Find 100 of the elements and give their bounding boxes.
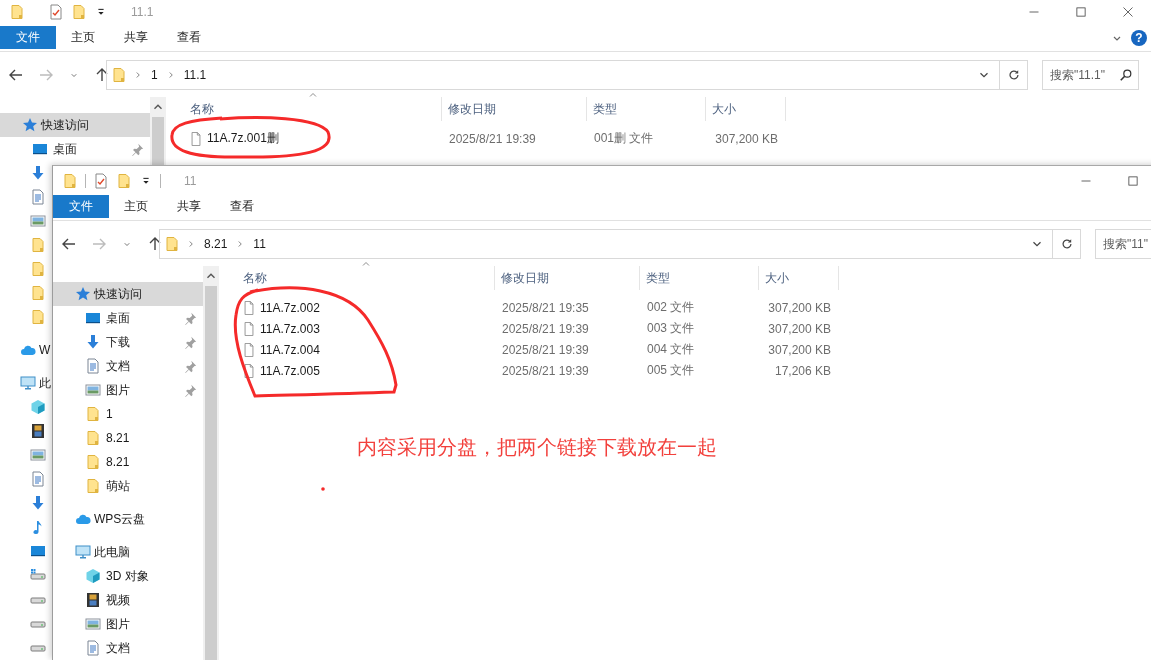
picture-icon — [30, 213, 46, 229]
sidebar-item[interactable]: 此电脑 — [53, 540, 203, 564]
folder-icon[interactable] — [9, 4, 25, 20]
sidebar-item[interactable]: 文档 — [53, 636, 203, 660]
file-menu-tab[interactable]: 文件 — [0, 26, 56, 49]
picture-icon — [85, 382, 101, 398]
file-name[interactable]: 11A.7z.005 — [260, 363, 320, 378]
file-size: 307,200 KB — [768, 300, 831, 315]
sidebar-item[interactable]: 8.21 — [53, 450, 203, 474]
maximize-icon[interactable] — [1074, 6, 1087, 18]
sidebar-item[interactable]: 图片 — [53, 378, 203, 402]
sidebar-item[interactable]: 桌面 — [0, 137, 150, 161]
down-arrow-icon — [30, 495, 46, 511]
star-icon — [75, 286, 91, 302]
scrollbar-thumb[interactable] — [205, 286, 217, 660]
column-header[interactable]: 名称 — [243, 269, 267, 287]
breadcrumb-item[interactable]: 11 — [251, 237, 268, 251]
folder-icon — [30, 237, 46, 253]
column-header[interactable]: 大小 — [765, 269, 789, 287]
file-type: 001删 文件 — [594, 130, 654, 147]
checklist-icon[interactable] — [48, 4, 64, 20]
sidebar-item[interactable]: W — [0, 338, 51, 362]
column-header[interactable]: 类型 — [593, 100, 617, 118]
file-name[interactable]: 11A.7z.001删 — [207, 130, 279, 147]
annotation-dot — [321, 487, 325, 491]
folder-icon — [85, 478, 101, 494]
modified-date: 2025/8/21 19:39 — [502, 363, 589, 378]
maximize-icon[interactable] — [1126, 175, 1139, 187]
sidebar-item[interactable]: 8.21 — [53, 426, 203, 450]
column-header[interactable]: 修改日期 — [448, 100, 496, 118]
desktop-icon — [32, 141, 48, 157]
file-size: 17,206 KB — [774, 363, 831, 378]
refresh-button[interactable] — [1053, 229, 1081, 259]
sidebar-item[interactable]: WPS云盘 — [53, 507, 203, 531]
file-icon — [242, 300, 256, 315]
modified-date: 2025/8/21 19:35 — [502, 300, 589, 315]
ribbon-tab[interactable]: 主页 — [109, 195, 162, 218]
search-icon[interactable] — [1119, 68, 1133, 82]
address-bar[interactable]: 1 11.1 — [106, 60, 1000, 90]
back-arrow-icon[interactable] — [61, 236, 77, 252]
sidebar-item[interactable]: 视频 — [53, 588, 203, 612]
sidebar-item[interactable]: 快速访问 — [0, 113, 150, 137]
file-menu-tab[interactable]: 文件 — [53, 195, 109, 218]
sidebar-item[interactable]: 下载 — [53, 330, 203, 354]
window-title: 11 — [184, 174, 197, 188]
cube-icon — [85, 568, 101, 584]
back-arrow-icon[interactable] — [8, 67, 24, 83]
file-icon — [189, 131, 203, 146]
sidebar-item[interactable]: 快速访问 — [53, 282, 203, 306]
film-icon — [30, 423, 46, 439]
folder-icon — [85, 406, 101, 422]
address-bar[interactable]: 8.21 11 — [159, 229, 1053, 259]
sidebar-item[interactable]: 此 — [0, 371, 51, 395]
cube-icon — [30, 399, 46, 415]
sidebar-item[interactable]: 3D 对象 — [53, 564, 203, 588]
file-size: 307,200 KB — [715, 131, 778, 146]
desktop-icon — [85, 310, 101, 326]
film-icon — [85, 592, 101, 608]
folder-icon — [30, 261, 46, 277]
ribbon-tab[interactable]: 主页 — [56, 26, 109, 49]
folder-icon[interactable] — [71, 4, 87, 20]
file-name[interactable]: 11A.7z.002 — [260, 300, 320, 315]
document-icon — [30, 189, 46, 205]
checklist-icon[interactable] — [93, 173, 109, 189]
column-header[interactable]: 类型 — [646, 269, 670, 287]
refresh-icon — [1006, 68, 1021, 82]
ribbon-tab[interactable]: 共享 — [109, 26, 162, 49]
column-header[interactable]: 名称 — [190, 100, 214, 118]
file-icon — [242, 342, 256, 357]
sidebar-item[interactable]: 桌面 — [53, 306, 203, 330]
column-header[interactable]: 修改日期 — [501, 269, 549, 287]
file-name[interactable]: 11A.7z.004 — [260, 342, 320, 357]
search-field[interactable]: 搜索"11" — [1095, 229, 1151, 259]
sidebar-item[interactable]: 文档 — [53, 354, 203, 378]
ribbon-tab[interactable]: 查看 — [162, 26, 215, 49]
close-icon[interactable] — [1121, 6, 1134, 18]
folder-icon[interactable] — [62, 173, 78, 189]
search-field[interactable]: 搜索"11.1" — [1042, 60, 1139, 90]
folder-icon — [85, 454, 101, 470]
breadcrumb-item[interactable]: 11.1 — [181, 68, 209, 82]
refresh-icon — [1059, 237, 1074, 251]
sidebar-item[interactable]: 图片 — [53, 612, 203, 636]
file-size: 307,200 KB — [768, 321, 831, 336]
refresh-button[interactable] — [1000, 60, 1028, 90]
breadcrumb-item[interactable]: 1 — [149, 68, 160, 82]
ribbon-tab[interactable]: 共享 — [162, 195, 215, 218]
sidebar-item[interactable]: 1 — [53, 402, 203, 426]
folder-icon — [30, 285, 46, 301]
ribbon-tab[interactable]: 查看 — [215, 195, 268, 218]
column-header[interactable]: 大小 — [712, 100, 736, 118]
monitor-icon — [75, 544, 91, 560]
file-type: 004 文件 — [647, 341, 695, 358]
folder-icon[interactable] — [116, 173, 132, 189]
sidebar-item[interactable]: 萌站 — [53, 474, 203, 498]
desktop-icon — [30, 543, 46, 559]
file-name[interactable]: 11A.7z.003 — [260, 321, 320, 336]
modified-date: 2025/8/21 19:39 — [449, 131, 536, 146]
breadcrumb-item[interactable]: 8.21 — [202, 237, 230, 251]
help-button[interactable]: ? — [1131, 29, 1147, 46]
file-icon — [242, 363, 256, 378]
